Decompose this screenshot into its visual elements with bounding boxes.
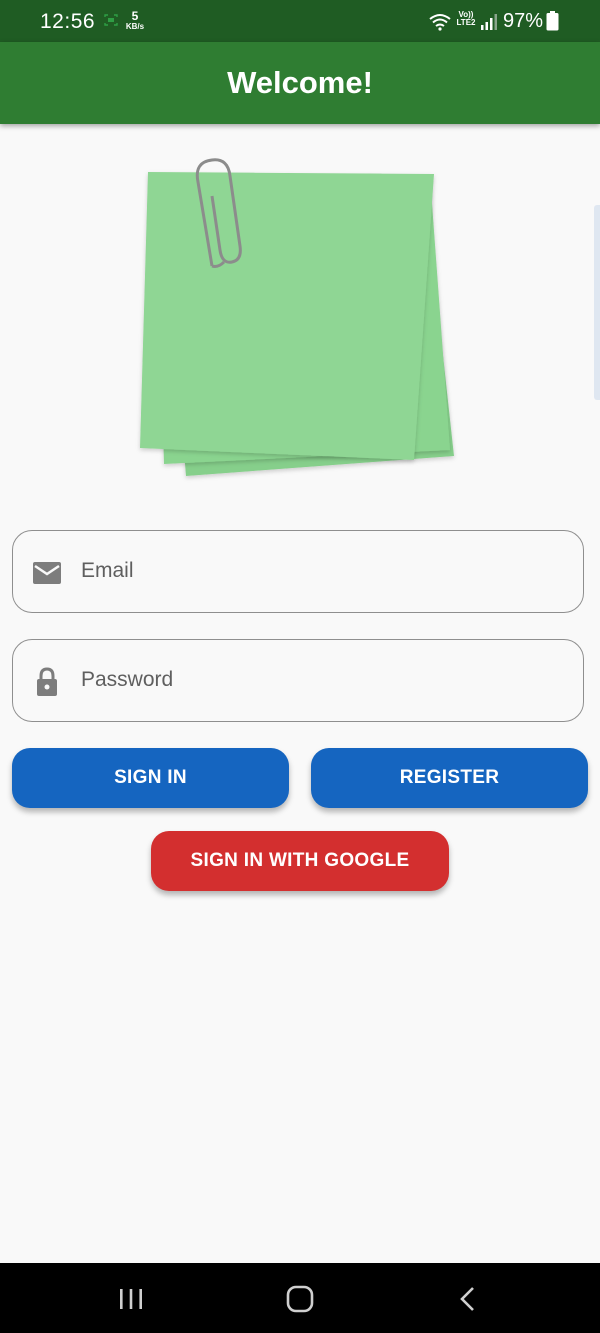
sign-in-button[interactable]: SIGN IN <box>12 748 289 808</box>
screen-record-icon <box>104 14 118 26</box>
email-field[interactable] <box>12 530 584 613</box>
google-sign-in-button[interactable]: SIGN IN WITH GOOGLE <box>151 831 449 891</box>
scroll-indicator <box>594 205 600 400</box>
status-bar: 12:56 5 KB/s Vo)) LTE2 97% <box>0 0 600 42</box>
navigation-bar <box>0 1263 600 1333</box>
battery-icon <box>546 11 559 31</box>
signal-icon <box>481 14 497 30</box>
wifi-icon <box>429 14 451 31</box>
status-time: 12:56 <box>40 10 96 33</box>
register-button[interactable]: REGISTER <box>311 748 588 808</box>
mail-icon <box>33 562 61 584</box>
password-field[interactable] <box>12 639 584 722</box>
password-input[interactable] <box>81 640 561 720</box>
page-title: Welcome! <box>227 65 373 100</box>
home-icon[interactable] <box>286 1285 314 1313</box>
network-speed: 5 KB/s <box>125 9 145 31</box>
email-input[interactable] <box>81 531 561 611</box>
back-icon[interactable] <box>458 1285 478 1313</box>
recent-apps-icon[interactable] <box>118 1287 144 1311</box>
app-bar: Welcome! <box>0 42 600 124</box>
volte-indicator: Vo)) LTE2 <box>456 10 476 27</box>
lock-icon <box>37 667 57 696</box>
battery-percent: 97% <box>503 10 544 32</box>
sticky-notes-image <box>140 158 454 476</box>
